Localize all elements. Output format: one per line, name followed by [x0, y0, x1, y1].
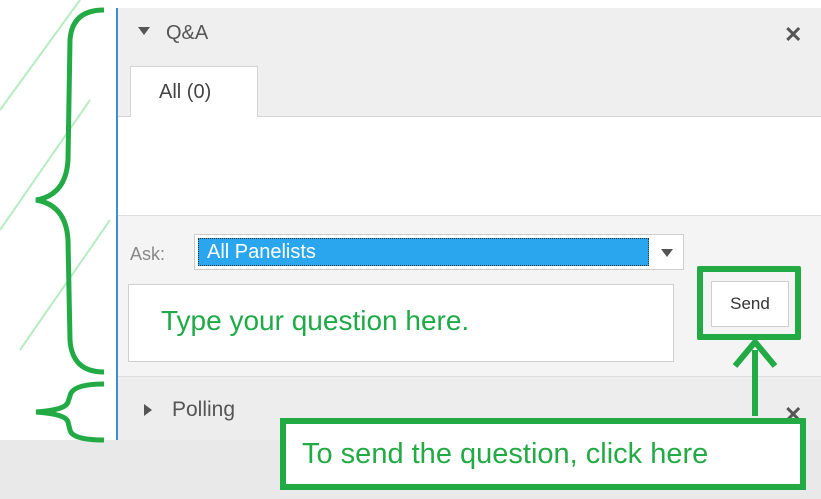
qa-header[interactable]: Q&A ✕ [118, 8, 821, 62]
tab-all[interactable]: All (0) [130, 66, 258, 117]
question-input[interactable]: Type your question here. [128, 284, 674, 362]
decorative-lines [0, 0, 111, 351]
collapse-caret-icon[interactable] [138, 27, 150, 35]
qa-tabs: All (0) [118, 62, 821, 117]
polling-title: Polling [172, 398, 236, 421]
ask-selected-value: All Panelists [198, 238, 649, 266]
callout-text: To send the question, click here [302, 438, 709, 470]
send-button[interactable]: Send [711, 281, 789, 327]
ask-recipient-select[interactable]: All Panelists [194, 234, 684, 270]
question-list [118, 117, 821, 216]
chevron-down-icon[interactable] [661, 249, 673, 257]
left-background [0, 0, 117, 499]
qa-close-icon[interactable]: ✕ [784, 24, 802, 46]
side-panel: Q&A ✕ All (0) Ask: All Panelists Type yo… [118, 8, 821, 441]
question-placeholder: Type your question here. [161, 305, 470, 336]
tab-all-label: All (0) [159, 81, 212, 103]
ask-label: Ask: [130, 244, 166, 264]
expand-caret-icon[interactable] [144, 404, 152, 416]
qa-title: Q&A [166, 22, 209, 44]
send-callout: To send the question, click here [280, 418, 806, 490]
